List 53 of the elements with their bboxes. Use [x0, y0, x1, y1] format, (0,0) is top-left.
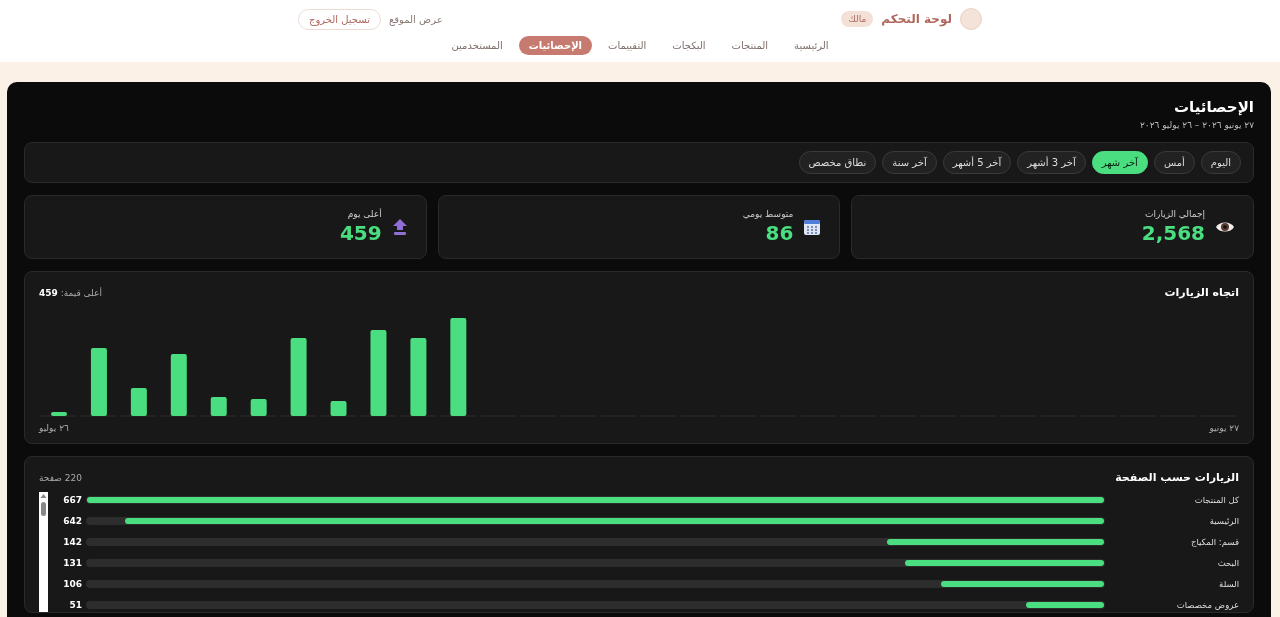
- stat-label: أعلى يوم: [346, 209, 382, 219]
- axis-label: ٢٧ يونيو: [1209, 423, 1239, 433]
- period-chip[interactable]: آخر شهر: [1091, 151, 1148, 174]
- period-chip[interactable]: نطاق مخصص: [798, 151, 877, 174]
- period-chip[interactable]: أمس: [1153, 151, 1195, 174]
- card-title: اتجاه الزيارات: [1164, 286, 1239, 299]
- stat-label: متوسط يومي: [742, 209, 794, 219]
- role-badge: مالك: [841, 11, 874, 27]
- page-name: قسم: المكياج: [1189, 537, 1239, 547]
- page-name: الرئيسية: [1208, 516, 1239, 526]
- page-count: 220 صفحة: [39, 472, 82, 483]
- page-name: كل المنتجات: [1193, 495, 1239, 505]
- page-name: البحث: [1216, 558, 1239, 568]
- up-arrow-icon: [391, 218, 408, 236]
- page-name: السلة: [1218, 579, 1239, 589]
- eye-icon: [1215, 220, 1235, 234]
- visit-count: 106: [62, 579, 83, 589]
- period-chip[interactable]: آخر سنة: [882, 151, 937, 174]
- page-name: عروض مخصصات: [1175, 600, 1239, 610]
- visit-count: 142: [62, 537, 83, 547]
- nav-tab[interactable]: التقييمات: [598, 36, 657, 55]
- date-range: ٢٧ يونيو ٢٠٢٦ – ٢٦ يوليو ٢٠٢٦: [1139, 120, 1254, 130]
- card-title: الزيارات حسب الصفحة: [1115, 471, 1239, 484]
- chart-bar: [130, 388, 147, 416]
- nav-tab[interactable]: المستخدمين: [441, 36, 513, 55]
- visit-count: 131: [62, 558, 83, 568]
- view-site-link[interactable]: عرض الموقع: [389, 13, 443, 25]
- chart-bar: [51, 412, 67, 416]
- page-title: الإحصائيات: [1173, 98, 1254, 116]
- chart-bar: [90, 348, 107, 416]
- visit-count: 51: [68, 600, 83, 610]
- period-chip[interactable]: اليوم: [1200, 151, 1241, 174]
- chart-bar: [250, 399, 267, 416]
- nav-tab[interactable]: الرئيسية: [784, 36, 839, 55]
- chart-bar: [170, 354, 187, 416]
- nav-tab[interactable]: الإحصائيات: [518, 36, 593, 55]
- stat-value: 86: [764, 221, 794, 245]
- visit-count: 667: [62, 495, 83, 505]
- nav-tab[interactable]: المنتجات: [721, 36, 779, 55]
- logout-button[interactable]: تسجيل الخروج: [298, 8, 381, 30]
- chart-bar: [330, 401, 347, 416]
- brand-title: لوحة التحكم: [881, 12, 952, 26]
- stat-value: 459: [339, 221, 382, 245]
- visit-count: 642: [62, 516, 83, 526]
- nav-tab[interactable]: البكجات: [662, 36, 716, 55]
- calendar-icon: [803, 218, 822, 236]
- chart-bar: [210, 397, 227, 416]
- axis-label: ٢٦ يوليو: [39, 423, 69, 433]
- logo: [960, 8, 982, 30]
- stat-label: إجمالي الزيارات: [1144, 209, 1205, 219]
- stat-value: 2,568: [1141, 221, 1205, 245]
- period-chip[interactable]: آخر 3 أشهر: [1017, 151, 1086, 174]
- period-chip[interactable]: آخر 5 أشهر: [942, 151, 1012, 174]
